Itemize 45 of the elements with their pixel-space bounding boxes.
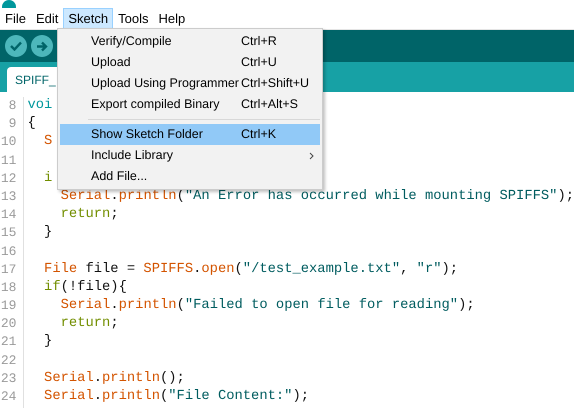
line-number: 24 — [0, 388, 18, 406]
code-line: return; — [60, 206, 119, 224]
line-number: 15 — [0, 224, 18, 242]
menu-bar-item[interactable]: Help — [153, 8, 190, 30]
upload-button[interactable] — [31, 35, 53, 57]
menu-item[interactable]: Export compiled Binary Ctrl+Alt+S — [60, 94, 320, 115]
menu-bar-item[interactable]: Edit — [30, 8, 64, 30]
verify-button[interactable] — [5, 35, 27, 57]
line-number: 13 — [0, 188, 18, 206]
line-number: 8 — [8, 97, 18, 115]
code-line: S — [43, 133, 52, 152]
menu-bar-item[interactable]: File — [0, 8, 31, 30]
line-number: 20 — [0, 315, 18, 334]
code-line: } — [43, 224, 52, 242]
line-number: 9 — [8, 115, 18, 134]
code-line: i — [43, 170, 52, 188]
checkmark-icon — [10, 41, 22, 51]
line-number: 22 — [0, 352, 18, 370]
menu-item[interactable]: Include Library — [60, 145, 320, 166]
line-number: 19 — [0, 297, 18, 316]
line-number: 23 — [0, 370, 18, 388]
code-line: File file = SPIFFS.open("/test_example.txt", "r"); — [43, 260, 458, 279]
line-number: 12 — [0, 170, 18, 188]
line-number: 16 — [0, 242, 18, 260]
line-number: 17 — [0, 260, 18, 279]
code-line: Serial.println(); — [43, 370, 185, 388]
code-line: Serial.println("Failed to open file for reading"); — [60, 297, 475, 316]
line-number: 14 — [0, 206, 18, 224]
menu-item[interactable]: Add File... — [60, 166, 320, 187]
code-line: { — [27, 115, 36, 134]
line-number: 21 — [0, 333, 18, 352]
code-line: } — [43, 333, 52, 352]
code-line: voi — [27, 97, 52, 115]
line-number: 11 — [0, 152, 18, 170]
chevron-right-icon — [309, 152, 314, 160]
right-arrow-icon — [36, 40, 48, 52]
code-line: Serial.println("File Content:"); — [43, 388, 310, 406]
menu-bar-item[interactable]: Tools — [113, 8, 154, 30]
code-line: if(!file){ — [43, 278, 127, 297]
menu-item[interactable]: Show Sketch Folder Ctrl+K — [60, 124, 320, 145]
line-number: 18 — [0, 278, 18, 297]
menu-bar-item[interactable]: Sketch — [63, 8, 114, 30]
code-line: return; — [60, 315, 119, 334]
menu-item[interactable]: Verify/Compile Ctrl+R — [60, 31, 320, 52]
line-number: 10 — [0, 133, 18, 152]
